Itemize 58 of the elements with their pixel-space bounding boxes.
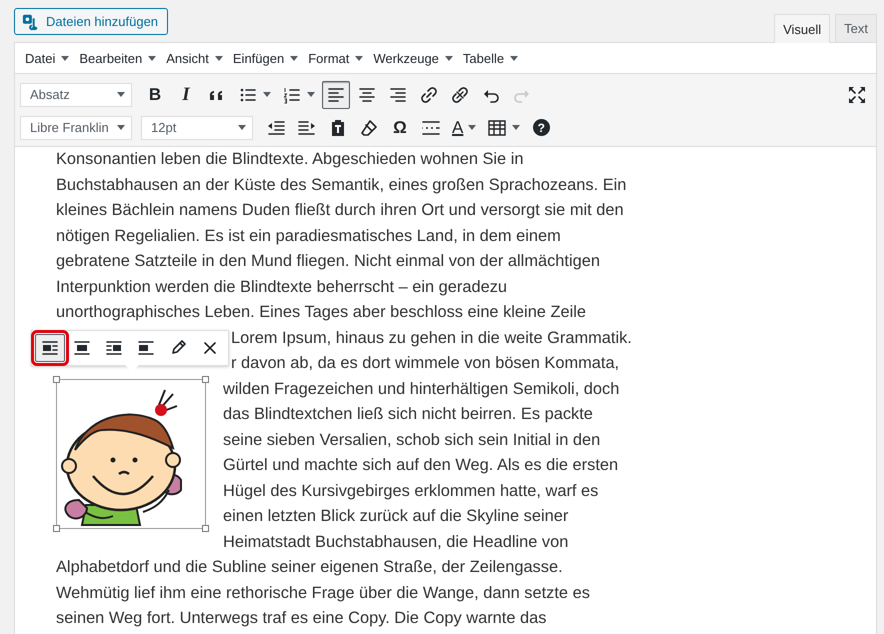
text-line: gebratene Satzteile in den Mund fliegen. Nicht einmal von der allmächtigen [56, 251, 600, 272]
dropdown-select[interactable]: Libre Franklin [20, 116, 132, 140]
text-line: Buchstabhausen an der Küste des Semantik, eines großen Sprachozeans. Ein [56, 174, 626, 196]
text-line: einen letzten Blick zurück auf die Skyline seiner [223, 506, 568, 527]
add-media-button[interactable]: Dateien hinzufügen [14, 8, 168, 35]
unlink-icon [450, 84, 470, 104]
resize-handle[interactable] [53, 376, 60, 382]
caret-icon [61, 56, 70, 60]
bold-button[interactable]: B [141, 80, 169, 108]
caret-icon [238, 125, 246, 130]
text-line: seine sieben Versalien, schob sich sein Initial in den [223, 430, 600, 450]
resize-handle[interactable] [202, 376, 209, 382]
caret-icon [290, 56, 298, 60]
caret-icon [355, 56, 364, 60]
text-line: r davon ab, da es dort wimmele von bösen Kommata, [231, 353, 620, 374]
text-line: Alphabetdorf und die Subline seiner eigenen Straße, der Zeilengasse. [56, 557, 563, 578]
caret-icon [214, 56, 223, 60]
dropdown-select[interactable]: 12pt [141, 116, 253, 140]
editor-tab[interactable]: Text [835, 14, 877, 42]
italic-button[interactable]: I [172, 80, 200, 108]
menu-item[interactable]: Datei [20, 45, 74, 71]
table-icon [487, 118, 508, 138]
menu-item[interactable]: Tabelle [458, 45, 524, 71]
text-line: Interpunktion werden die Blindtexte beherrscht – ein geradezu [56, 276, 508, 298]
caret-icon [117, 125, 125, 130]
resize-handle[interactable] [53, 524, 60, 532]
resize-handle[interactable] [202, 524, 209, 532]
text-line: Konsonantien leben die Blindtexte. Abgeschieden wohnen Sie in [56, 149, 524, 170]
text-line: Hügel des Kursivgebirges erklommen hatte, warf es [223, 480, 598, 502]
help-button[interactable]: ? [527, 114, 556, 142]
text-line: Gürtel und machte sich auf den Weg. Als es die ersten [223, 455, 618, 476]
text-line: nötigen Regelialien. Es ist ein paradiesmatisches Land, in dem einem [56, 226, 561, 246]
text-line: kleines Bächlein namens Duden fließt durch ihren Ort und versorgt sie mit den [56, 200, 624, 221]
text-line: unorthographisches Leben. Eines Tages aber beschloss eine kleine Zeile [56, 302, 586, 323]
text-line: seinen Weg fort. Unterwegs traf es eine Copy. Die Copy warnte das [56, 608, 546, 629]
text-line: Lorem Ipsum, hinaus zu gehen in die weite Grammatik. [231, 328, 632, 348]
editor-tab[interactable]: Visuell [774, 14, 830, 43]
menu-item[interactable]: Einfügen [228, 45, 304, 71]
fullscreen-icon [847, 84, 867, 104]
text-line: das Blindtextchen ließ sich nicht beirren. Es packte [223, 404, 593, 425]
menu-item[interactable]: Ansicht [161, 45, 228, 71]
text-line: Wehmütig lief ihm eine rethorische Frage über die Wange, dann setzte es [56, 582, 590, 604]
text-line: wilden Fragezeichen und hinterhältigen Semikoli, doch [223, 378, 620, 400]
menu-item[interactable]: Bearbeiten [74, 45, 162, 71]
text-color-button[interactable]: A [448, 114, 480, 142]
eraser-icon [359, 118, 379, 138]
caret-icon [148, 56, 156, 60]
special-character-button[interactable]: Ω [386, 114, 414, 142]
text-line: Heimatstadt Buchstabhausen, die Headline von [223, 532, 568, 552]
link-icon [419, 84, 439, 104]
caret-icon [444, 56, 453, 60]
menu-item[interactable]: Werkzeuge [368, 45, 458, 71]
caret-icon [510, 56, 518, 60]
dropdown-select[interactable]: Absatz [20, 82, 132, 106]
caret-icon [117, 92, 125, 97]
align-left-button[interactable] [322, 80, 350, 108]
menu-item[interactable]: Format [303, 45, 368, 71]
media-icon [22, 12, 40, 30]
